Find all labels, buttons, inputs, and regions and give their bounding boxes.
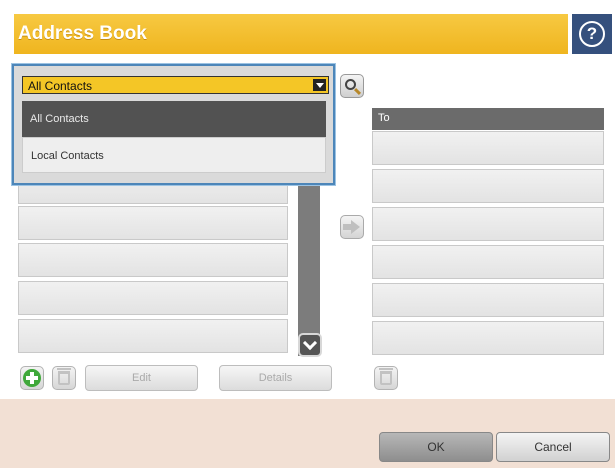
add-to-recipients-button[interactable] bbox=[340, 215, 364, 239]
cancel-button[interactable]: Cancel bbox=[496, 432, 610, 462]
plus-icon bbox=[23, 369, 41, 387]
recipient-row[interactable] bbox=[372, 169, 604, 203]
scroll-down-button[interactable] bbox=[298, 333, 322, 357]
option-all-contacts[interactable]: All Contacts bbox=[22, 101, 326, 137]
recipient-row[interactable] bbox=[372, 321, 604, 355]
help-button[interactable]: ? bbox=[572, 14, 612, 54]
add-contact-button[interactable] bbox=[20, 366, 44, 390]
arrow-right-icon bbox=[342, 220, 360, 234]
list-item[interactable] bbox=[18, 243, 288, 277]
list-item[interactable] bbox=[18, 281, 288, 315]
recipient-row[interactable] bbox=[372, 131, 604, 165]
edit-button[interactable]: Edit bbox=[85, 365, 198, 391]
option-local-contacts[interactable]: Local Contacts bbox=[22, 137, 326, 173]
title-bar: Address Book bbox=[14, 14, 568, 54]
search-icon bbox=[345, 79, 356, 90]
contact-source-select[interactable]: All Contacts bbox=[22, 76, 329, 94]
help-icon: ? bbox=[579, 21, 605, 47]
recipients-header: To bbox=[372, 108, 604, 130]
remove-recipient-button[interactable] bbox=[374, 366, 398, 390]
details-button[interactable]: Details bbox=[219, 365, 332, 391]
list-item[interactable] bbox=[18, 319, 288, 353]
recipient-row[interactable] bbox=[372, 207, 604, 241]
delete-contact-button[interactable] bbox=[52, 366, 76, 390]
caret-down-icon bbox=[313, 79, 326, 91]
trash-icon bbox=[379, 368, 393, 385]
ok-button[interactable]: OK bbox=[379, 432, 493, 462]
list-item[interactable] bbox=[18, 206, 288, 240]
page-title: Address Book bbox=[18, 23, 147, 44]
recipient-row[interactable] bbox=[372, 245, 604, 279]
search-button[interactable] bbox=[340, 74, 364, 98]
recipient-row[interactable] bbox=[372, 283, 604, 317]
selected-value: All Contacts bbox=[28, 79, 93, 93]
trash-icon bbox=[57, 368, 71, 385]
chevron-down-icon bbox=[302, 335, 318, 351]
